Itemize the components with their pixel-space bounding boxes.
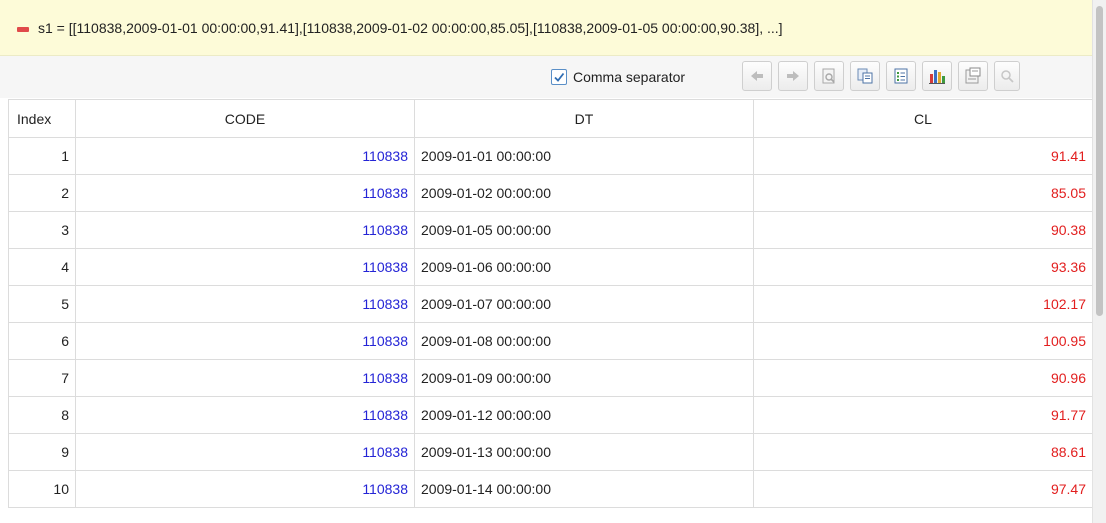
chart-button[interactable] xyxy=(922,61,952,91)
cell-dt: 2009-01-07 00:00:00 xyxy=(414,285,754,323)
column-header-dt[interactable]: DT xyxy=(414,99,754,138)
cell-code: 110838 xyxy=(75,433,415,471)
cell-dt: 2009-01-14 00:00:00 xyxy=(414,470,754,508)
cell-index: 2 xyxy=(8,174,76,212)
cell-dt: 2009-01-05 00:00:00 xyxy=(414,211,754,249)
bar-chart-icon xyxy=(929,70,945,84)
column-header-cl[interactable]: CL xyxy=(753,99,1092,138)
variable-summary: s1 = [[110838,2009-01-01 00:00:00,91.41]… xyxy=(38,20,783,36)
table-row[interactable]: 4 110838 2009-01-06 00:00:00 93.36 xyxy=(8,248,1092,286)
collapse-icon[interactable] xyxy=(17,27,29,32)
cell-code: 110838 xyxy=(75,322,415,360)
cell-code: 110838 xyxy=(75,470,415,508)
copy-icon xyxy=(857,68,873,84)
data-table: Index CODE DT CL 1 110838 2009-01-01 00:… xyxy=(8,99,1092,508)
cell-dt: 2009-01-08 00:00:00 xyxy=(414,322,754,360)
cell-cl: 97.47 xyxy=(753,470,1092,508)
properties-button[interactable] xyxy=(958,61,988,91)
cell-cl: 91.77 xyxy=(753,396,1092,434)
preview-button[interactable] xyxy=(814,61,844,91)
cell-dt: 2009-01-02 00:00:00 xyxy=(414,174,754,212)
cell-cl: 102.17 xyxy=(753,285,1092,323)
cell-index: 6 xyxy=(8,322,76,360)
column-header-code[interactable]: CODE xyxy=(75,99,415,138)
cell-cl: 85.05 xyxy=(753,174,1092,212)
cell-code: 110838 xyxy=(75,174,415,212)
cell-dt: 2009-01-09 00:00:00 xyxy=(414,359,754,397)
cell-cl: 91.41 xyxy=(753,137,1092,175)
cell-index: 4 xyxy=(8,248,76,286)
cell-index: 7 xyxy=(8,359,76,397)
cell-cl: 100.95 xyxy=(753,322,1092,360)
table-row[interactable]: 1 110838 2009-01-01 00:00:00 91.41 xyxy=(8,137,1092,175)
cell-code: 110838 xyxy=(75,211,415,249)
cell-dt: 2009-01-12 00:00:00 xyxy=(414,396,754,434)
vertical-scrollbar[interactable] xyxy=(1092,0,1106,523)
copy-button[interactable] xyxy=(850,61,880,91)
table-row[interactable]: 8 110838 2009-01-12 00:00:00 91.77 xyxy=(8,396,1092,434)
comma-separator-checkbox[interactable]: Comma separator xyxy=(551,67,731,87)
cell-code: 110838 xyxy=(75,137,415,175)
checkbox-check-icon xyxy=(554,72,565,82)
variable-header: s1 = [[110838,2009-01-01 00:00:00,91.41]… xyxy=(0,0,1092,56)
cell-cl: 88.61 xyxy=(753,433,1092,471)
cell-index: 8 xyxy=(8,396,76,434)
cell-cl: 90.38 xyxy=(753,211,1092,249)
table-row[interactable]: 6 110838 2009-01-08 00:00:00 100.95 xyxy=(8,322,1092,360)
cell-code: 110838 xyxy=(75,359,415,397)
comma-separator-label: Comma separator xyxy=(573,69,686,85)
table-row[interactable]: 10 110838 2009-01-14 00:00:00 97.47 xyxy=(8,470,1092,508)
value-viewer: s1 = [[110838,2009-01-01 00:00:00,91.41]… xyxy=(0,0,1092,523)
back-button[interactable] xyxy=(742,61,772,91)
arrow-right-icon xyxy=(787,71,799,81)
preview-icon xyxy=(822,68,835,84)
table-row[interactable]: 5 110838 2009-01-07 00:00:00 102.17 xyxy=(8,285,1092,323)
cell-code: 110838 xyxy=(75,396,415,434)
cell-index: 3 xyxy=(8,211,76,249)
find-button[interactable] xyxy=(994,61,1020,91)
scrollbar-thumb[interactable] xyxy=(1096,6,1103,316)
checkbox-box[interactable] xyxy=(551,69,567,85)
list-view-button[interactable] xyxy=(886,61,916,91)
table-row[interactable]: 7 110838 2009-01-09 00:00:00 90.96 xyxy=(8,359,1092,397)
cell-cl: 90.96 xyxy=(753,359,1092,397)
cell-code: 110838 xyxy=(75,285,415,323)
cell-index: 1 xyxy=(8,137,76,175)
table-row[interactable]: 9 110838 2009-01-13 00:00:00 88.61 xyxy=(8,433,1092,471)
forward-button[interactable] xyxy=(778,61,808,91)
cell-index: 5 xyxy=(8,285,76,323)
list-icon xyxy=(894,68,908,84)
table-row[interactable]: 3 110838 2009-01-05 00:00:00 90.38 xyxy=(8,211,1092,249)
cell-cl: 93.36 xyxy=(753,248,1092,286)
cell-dt: 2009-01-13 00:00:00 xyxy=(414,433,754,471)
cell-index: 10 xyxy=(8,470,76,508)
arrow-left-icon xyxy=(751,71,763,81)
search-icon xyxy=(1001,70,1014,83)
properties-icon xyxy=(965,67,981,84)
cell-dt: 2009-01-06 00:00:00 xyxy=(414,248,754,286)
cell-dt: 2009-01-01 00:00:00 xyxy=(414,137,754,175)
cell-code: 110838 xyxy=(75,248,415,286)
cell-index: 9 xyxy=(8,433,76,471)
column-header-index[interactable]: Index xyxy=(8,99,76,138)
table-row[interactable]: 2 110838 2009-01-02 00:00:00 85.05 xyxy=(8,174,1092,212)
table-header-row: Index CODE DT CL xyxy=(8,99,1092,138)
